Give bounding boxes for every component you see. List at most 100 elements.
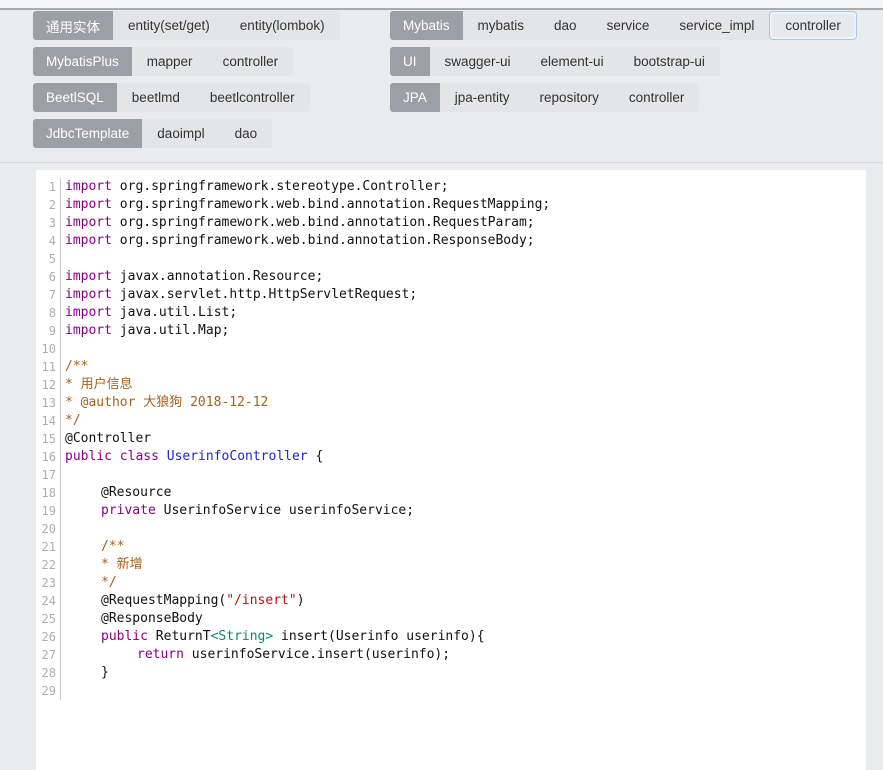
template-group-mybatisplus: MybatisPlusmappercontroller (33, 47, 293, 76)
template-button-mybatisplus-controller[interactable]: controller (208, 47, 294, 76)
line-number: 4 (36, 232, 61, 250)
code-line: 6import javax.annotation.Resource; (36, 268, 866, 286)
line-number: 16 (36, 448, 61, 466)
code-line: 3import org.springframework.web.bind.ann… (36, 214, 866, 232)
template-group-通用实体: 通用实体entity(set/get)entity(lombok) (33, 11, 340, 40)
template-button-mybatis-service[interactable]: service (592, 11, 665, 40)
group-label-beetlsql: BeetlSQL (33, 83, 117, 112)
code-text: */ (61, 412, 81, 430)
group-label-jpa: JPA (390, 83, 440, 112)
line-number: 27 (36, 646, 61, 664)
template-group-beetlsql: BeetlSQLbeetlmdbeetlcontroller (33, 83, 310, 112)
template-button-mybatis-service-impl[interactable]: service_impl (664, 11, 769, 40)
line-number: 7 (36, 286, 61, 304)
code-line: 11/** (36, 358, 866, 376)
code-line: 19 private UserinfoService userinfoServi… (36, 502, 866, 520)
code-panel[interactable]: 1import org.springframework.stereotype.C… (36, 170, 866, 770)
code-text: @Controller (61, 430, 151, 448)
template-button-mybatisplus-mapper[interactable]: mapper (132, 47, 208, 76)
code-line: 23 */ (36, 574, 866, 592)
code-line: 15@Controller (36, 430, 866, 448)
template-button-mybatis-dao[interactable]: dao (539, 11, 592, 40)
template-button-jpa-jpa-entity[interactable]: jpa-entity (440, 83, 525, 112)
template-button-mybatis-controller[interactable]: controller (769, 11, 857, 40)
line-number: 17 (36, 466, 61, 484)
line-number: 2 (36, 196, 61, 214)
code-line: 13* @author 大狼狗 2018-12-12 (36, 394, 866, 412)
template-group-ui: UIswagger-uielement-uibootstrap-ui (390, 47, 720, 76)
template-button-jdbctemplate-dao[interactable]: dao (220, 119, 273, 148)
line-number: 3 (36, 214, 61, 232)
code-line: 24 @RequestMapping("/insert") (36, 592, 866, 610)
code-text: import org.springframework.stereotype.Co… (61, 178, 449, 196)
code-line: 4import org.springframework.web.bind.ann… (36, 232, 866, 250)
code-line: 7import javax.servlet.http.HttpServletRe… (36, 286, 866, 304)
template-button-ui-bootstrap-ui[interactable]: bootstrap-ui (619, 47, 720, 76)
template-button-通用实体-entity-lombok-[interactable]: entity(lombok) (225, 11, 340, 40)
code-line: 2import org.springframework.web.bind.ann… (36, 196, 866, 214)
code-text: return userinfoService.insert(userinfo); (61, 646, 450, 664)
line-number: 6 (36, 268, 61, 286)
line-number: 18 (36, 484, 61, 502)
code-text: * 用户信息 (61, 376, 133, 394)
line-number: 25 (36, 610, 61, 628)
template-button-ui-swagger-ui[interactable]: swagger-ui (430, 47, 526, 76)
code-line: 8import java.util.List; (36, 304, 866, 322)
template-groups-right-column: Mybatismybatisdaoserviceservice_implcont… (390, 11, 857, 112)
code-line: 25 @ResponseBody (36, 610, 866, 628)
code-line: 26 public ReturnT<String> insert(Userinf… (36, 628, 866, 646)
code-text: import java.util.List; (61, 304, 237, 322)
code-line: 20 (36, 520, 866, 538)
line-number: 28 (36, 664, 61, 682)
line-number: 26 (36, 628, 61, 646)
code-text (61, 340, 65, 358)
code-text (61, 250, 65, 268)
line-number: 14 (36, 412, 61, 430)
code-line: 12* 用户信息 (36, 376, 866, 394)
line-number: 19 (36, 502, 61, 520)
code-text: import org.springframework.web.bind.anno… (61, 232, 535, 250)
line-number: 22 (36, 556, 61, 574)
line-number: 13 (36, 394, 61, 412)
code-line: 1import org.springframework.stereotype.C… (36, 178, 866, 196)
template-button-jpa-controller[interactable]: controller (614, 83, 700, 112)
code-text: import java.util.Map; (61, 322, 229, 340)
code-text (61, 520, 65, 538)
code-line: 21 /** (36, 538, 866, 556)
template-button-jdbctemplate-daoimpl[interactable]: daoimpl (142, 119, 219, 148)
template-button-ui-element-ui[interactable]: element-ui (526, 47, 619, 76)
code-text: import javax.annotation.Resource; (61, 268, 323, 286)
line-number: 12 (36, 376, 61, 394)
code-text: * 新增 (61, 556, 143, 574)
template-groups-left-column: 通用实体entity(set/get)entity(lombok) Mybatis… (33, 11, 340, 148)
code-line: 14*/ (36, 412, 866, 430)
code-text (61, 466, 65, 484)
line-number: 15 (36, 430, 61, 448)
code-line: 28 } (36, 664, 866, 682)
code-text: import org.springframework.web.bind.anno… (61, 196, 550, 214)
top-strip (0, 0, 883, 10)
line-number: 5 (36, 250, 61, 268)
group-label-通用实体: 通用实体 (33, 11, 113, 40)
code-text: import org.springframework.web.bind.anno… (61, 214, 535, 232)
template-button-beetlsql-beetlcontroller[interactable]: beetlcontroller (195, 83, 310, 112)
code-text: private UserinfoService userinfoService; (61, 502, 414, 520)
template-group-jdbctemplate: JdbcTemplatedaoimpldao (33, 119, 272, 148)
code-line: 5 (36, 250, 866, 268)
template-button-beetlsql-beetlmd[interactable]: beetlmd (117, 83, 195, 112)
line-number: 21 (36, 538, 61, 556)
line-number: 23 (36, 574, 61, 592)
line-number: 20 (36, 520, 61, 538)
code-line: 16public class UserinfoController { (36, 448, 866, 466)
line-number: 8 (36, 304, 61, 322)
template-button-jpa-repository[interactable]: repository (525, 83, 614, 112)
code-text: public class UserinfoController { (61, 448, 323, 466)
group-label-ui: UI (390, 47, 430, 76)
line-number: 10 (36, 340, 61, 358)
template-button-mybatis-mybatis[interactable]: mybatis (463, 11, 540, 40)
line-number: 9 (36, 322, 61, 340)
code-text: @RequestMapping("/insert") (61, 592, 305, 610)
template-button-通用实体-entity-set-get-[interactable]: entity(set/get) (113, 11, 225, 40)
code-line: 10 (36, 340, 866, 358)
code-line: 27 return userinfoService.insert(userinf… (36, 646, 866, 664)
